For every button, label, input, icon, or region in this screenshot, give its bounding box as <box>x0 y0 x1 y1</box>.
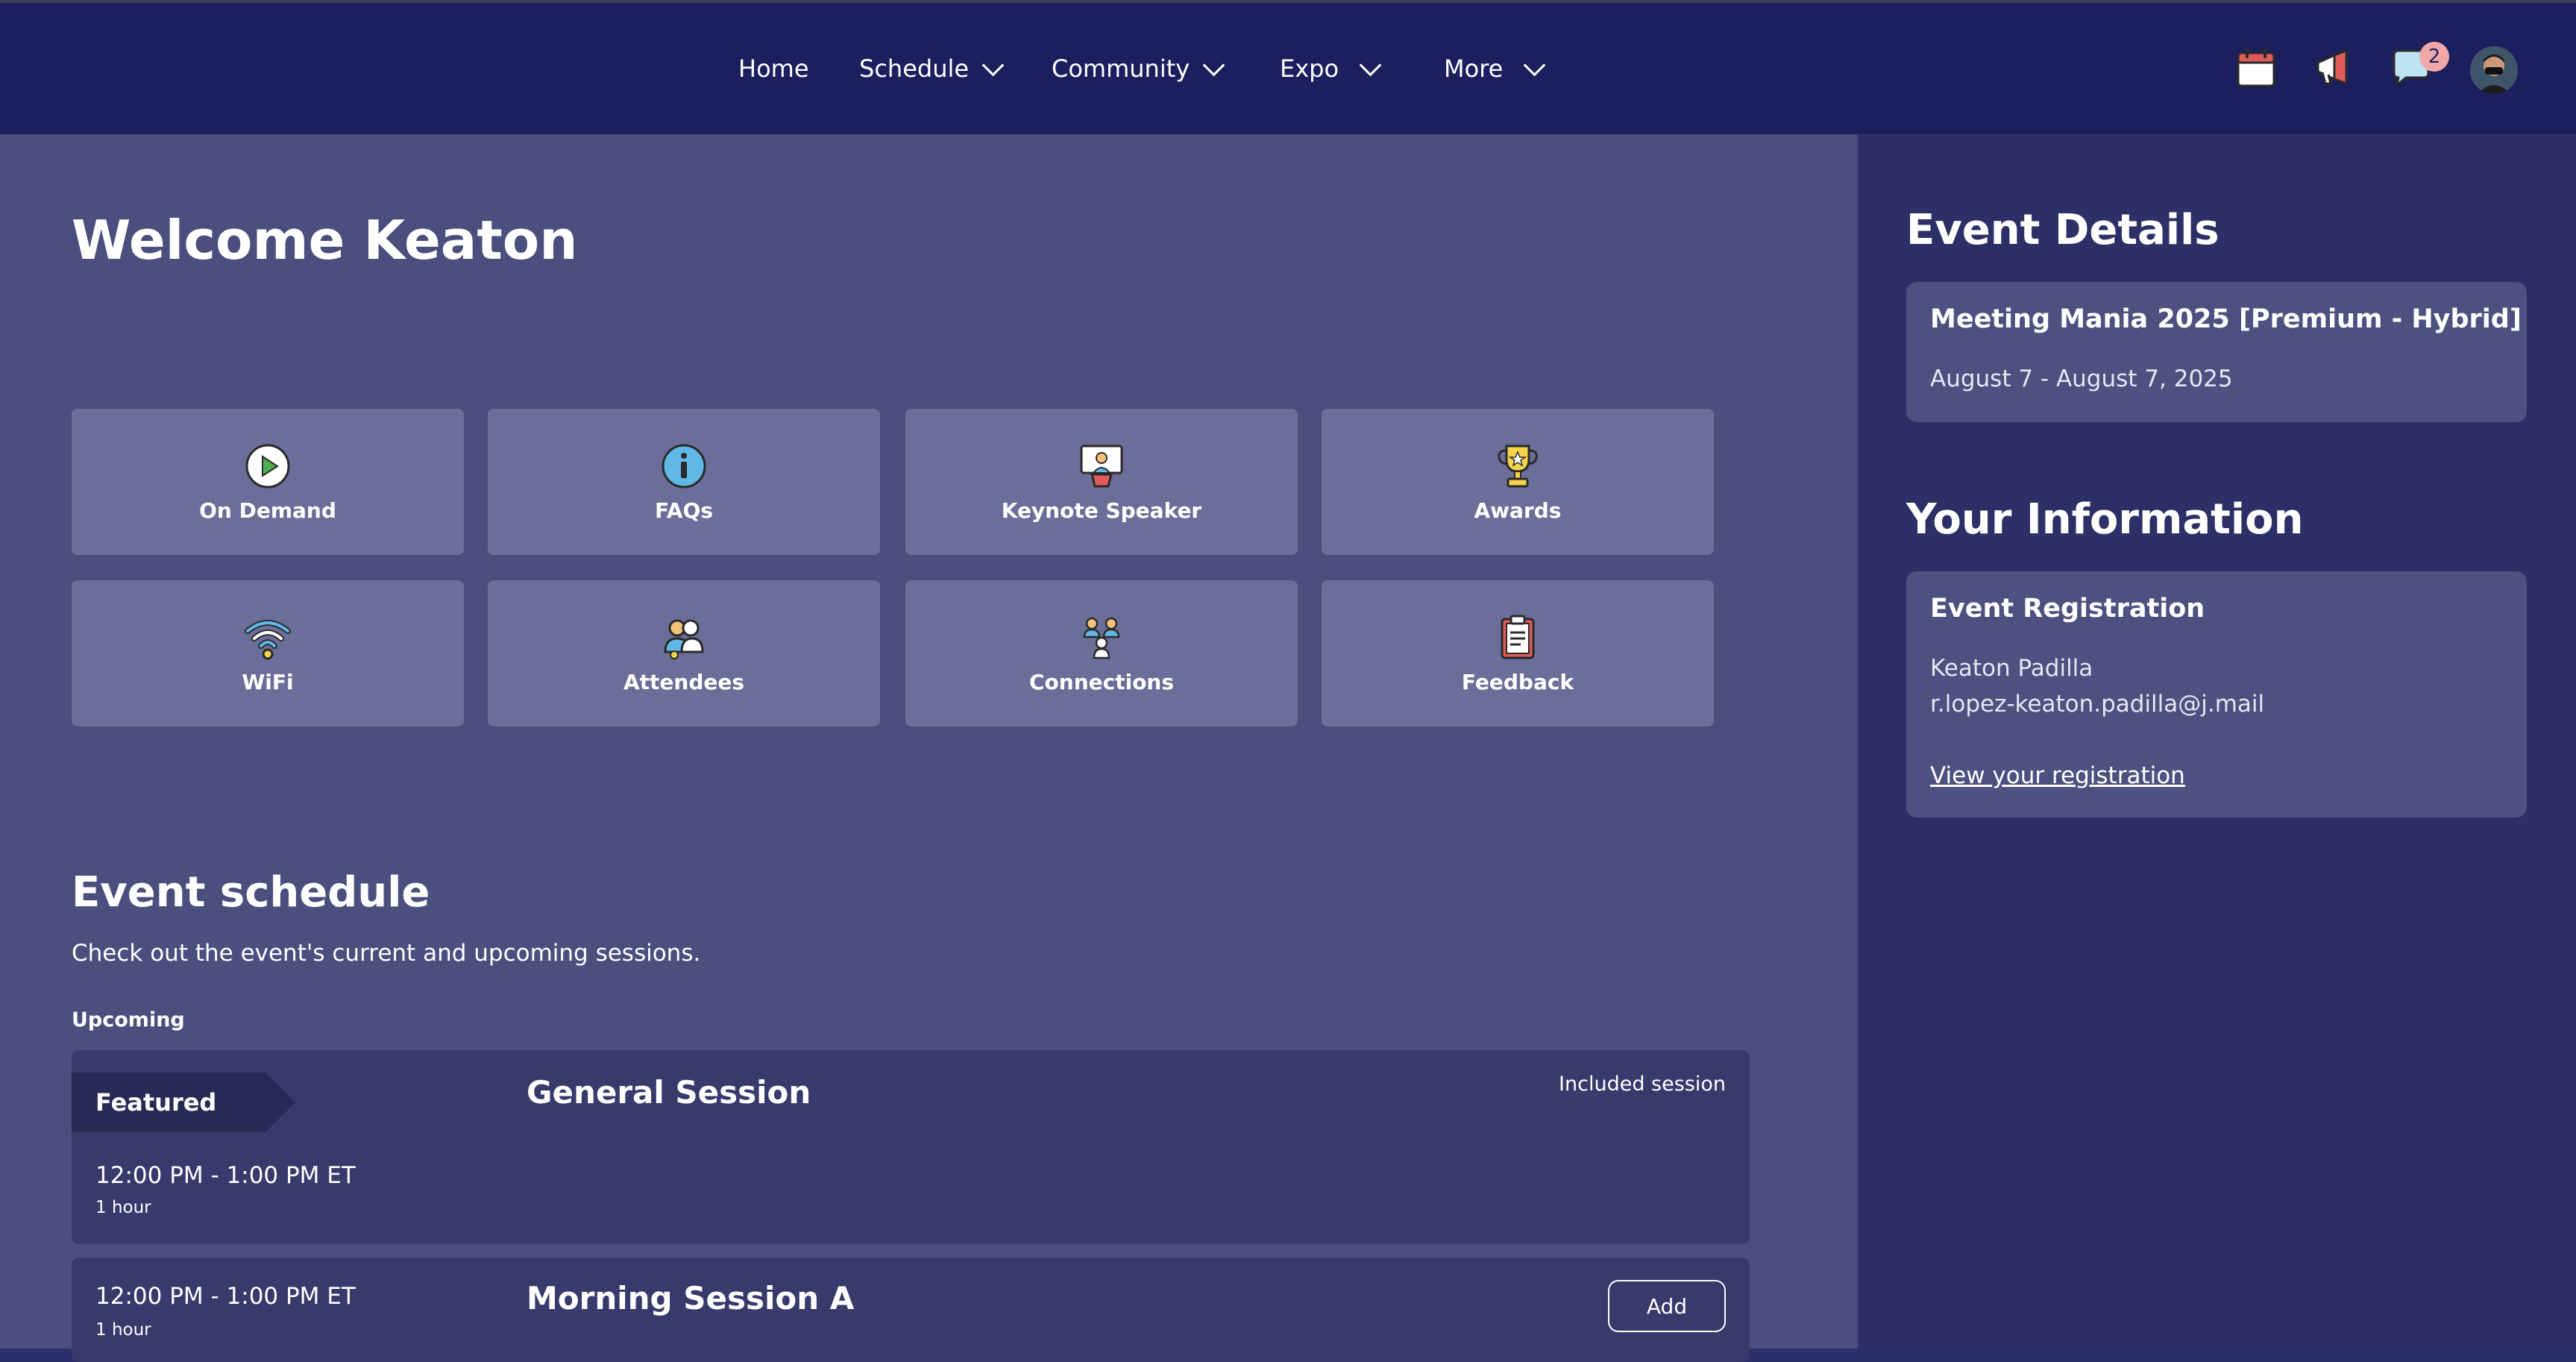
nav-community[interactable]: Community <box>1052 3 1225 134</box>
top-navigation-bar: Home Schedule Community Expo More 2 <box>0 0 2576 134</box>
session-duration: 1 hour <box>95 1320 151 1340</box>
speaker-icon <box>1080 445 1123 487</box>
nav-community-label: Community <box>1052 54 1190 83</box>
view-registration-link[interactable]: View your registration <box>1930 762 2185 789</box>
add-session-button[interactable]: Add <box>1608 1280 1726 1332</box>
tile-label: FAQs <box>654 498 714 523</box>
upcoming-label: Upcoming <box>72 1008 185 1032</box>
connections-icon <box>1083 617 1120 659</box>
trophy-icon <box>1498 445 1538 487</box>
registration-card: Event Registration Keaton Padilla r.lope… <box>1906 571 2527 817</box>
session-duration: 1 hour <box>95 1198 151 1217</box>
featured-label: Featured <box>95 1088 217 1117</box>
event-name: Meeting Mania 2025 [Premium - Hybrid] <box>1930 304 2522 334</box>
included-session-label: Included session <box>1559 1073 1726 1096</box>
play-icon <box>245 444 290 488</box>
tile-on-demand[interactable]: On Demand <box>72 409 464 555</box>
tile-keynote-speaker[interactable]: Keynote Speaker <box>905 409 1298 555</box>
nav-expo-label: Expo <box>1280 54 1339 83</box>
tile-label: On Demand <box>199 498 336 523</box>
page-title: Welcome Keaton <box>72 209 578 272</box>
session-title[interactable]: General Session <box>527 1074 811 1111</box>
user-avatar-icon <box>2470 46 2518 94</box>
user-email: r.lopez-keaton.padilla@j.mail <box>1930 691 2265 718</box>
registration-title: Event Registration <box>1930 594 2205 624</box>
tile-faqs[interactable]: FAQs <box>488 409 880 555</box>
featured-ribbon-tip <box>266 1073 295 1132</box>
nav-more-label: More <box>1444 54 1504 83</box>
tile-label: Attendees <box>623 669 745 694</box>
nav-schedule-label: Schedule <box>859 54 970 83</box>
schedule-title: Event schedule <box>72 868 430 917</box>
avatar[interactable] <box>2470 46 2518 94</box>
calendar-icon[interactable] <box>2234 46 2278 90</box>
event-details-card: Meeting Mania 2025 [Premium - Hybrid] Au… <box>1906 282 2527 422</box>
attendees-icon <box>664 619 704 659</box>
main-content: Welcome Keaton On Demand FAQs Keynote Sp… <box>0 134 1857 1362</box>
info-icon <box>662 444 706 488</box>
tile-label: WiFi <box>242 669 294 694</box>
tile-awards[interactable]: Awards <box>1322 409 1714 555</box>
tile-label: Keynote Speaker <box>1001 498 1202 523</box>
tile-label: Feedback <box>1461 669 1574 694</box>
session-card[interactable]: Featured General Session Included sessio… <box>72 1050 1750 1244</box>
wifi-icon <box>245 619 291 659</box>
chevron-down-icon <box>1523 54 1546 76</box>
nav-home[interactable]: Home <box>738 3 809 134</box>
tile-attendees[interactable]: Attendees <box>488 580 880 726</box>
tile-connections[interactable]: Connections <box>905 580 1298 726</box>
session-card[interactable]: 12:00 PM - 1:00 PM ET 1 hour Morning Ses… <box>72 1258 1750 1362</box>
megaphone-icon[interactable] <box>2312 46 2355 90</box>
chevron-down-icon <box>1202 54 1225 76</box>
nav-more[interactable]: More <box>1444 3 1546 134</box>
nav-home-label: Home <box>738 54 809 83</box>
nav-expo[interactable]: Expo <box>1280 3 1382 134</box>
tile-label: Awards <box>1474 498 1562 523</box>
tile-wifi[interactable]: WiFi <box>72 580 464 726</box>
user-name: Keaton Padilla <box>1930 655 2093 682</box>
side-panel: Event Details Meeting Mania 2025 [Premiu… <box>1857 134 2576 1349</box>
session-title[interactable]: Morning Session A <box>527 1280 854 1317</box>
chevron-down-icon <box>1359 54 1382 76</box>
chevron-down-icon <box>981 54 1005 76</box>
nav-schedule[interactable]: Schedule <box>859 3 1005 134</box>
event-dates: August 7 - August 7, 2025 <box>1930 365 2233 392</box>
schedule-subtitle: Check out the event's current and upcomi… <box>72 940 701 967</box>
tile-feedback[interactable]: Feedback <box>1322 580 1714 726</box>
event-details-heading: Event Details <box>1906 206 2220 254</box>
notification-badge: 2 <box>2419 42 2449 72</box>
session-time: 12:00 PM - 1:00 PM ET <box>95 1283 356 1310</box>
tile-label: Connections <box>1028 669 1175 694</box>
session-time: 12:00 PM - 1:00 PM ET <box>95 1162 356 1189</box>
your-information-heading: Your Information <box>1906 495 2304 544</box>
clipboard-icon <box>1501 615 1535 659</box>
